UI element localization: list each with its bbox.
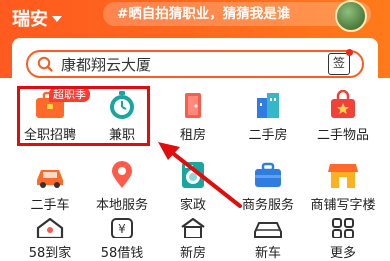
grid-item-label: 二手房: [248, 128, 288, 143]
grid-item-label: 租房: [179, 128, 206, 143]
grid-item-housekeeping[interactable]: 家政: [155, 160, 231, 213]
notification-dot: [346, 49, 353, 56]
washing-machine-icon: [176, 160, 210, 190]
search-bar[interactable]: 康都翔云大厦: [26, 50, 364, 78]
grid-item-label: 新车: [254, 246, 281, 261]
search-icon: [37, 56, 53, 72]
grid-item-label: 二手车: [30, 198, 70, 213]
grid-item-used-cars[interactable]: 二手车: [12, 160, 88, 213]
sign-in-button[interactable]: 签: [328, 53, 350, 75]
buildings-icon: [251, 90, 285, 120]
grid-item-58-home[interactable]: 58到家: [12, 217, 88, 261]
grid-item-label: 商务服务: [241, 198, 294, 213]
grid-item-label: 本地服务: [95, 198, 148, 213]
grid-item-label: 商铺写字楼: [310, 198, 376, 213]
briefcase-case-icon: [251, 160, 285, 190]
search-input[interactable]: 康都翔云大厦: [61, 54, 151, 75]
topic-banner[interactable]: #晒自拍猜职业，猜猜我是谁: [103, 2, 371, 26]
grid-item-label: 58借钱: [100, 246, 144, 261]
grid-item-new-cars[interactable]: 新车: [230, 218, 306, 261]
svg-text:¥: ¥: [118, 222, 126, 236]
chevron-down-icon: [52, 16, 62, 22]
grid-item-label: 家政: [179, 198, 206, 213]
grid-item-new-houses[interactable]: 新房: [155, 217, 231, 261]
grid-item-rent[interactable]: 租房: [155, 90, 231, 143]
storefront-icon: [326, 160, 360, 190]
more-icon: [326, 218, 360, 239]
grid-item-label: 58到家: [28, 246, 72, 261]
city-selector[interactable]: 瑞安: [12, 5, 62, 31]
grid-item-58-loan[interactable]: ¥ 58借钱: [84, 218, 160, 261]
door-icon: [176, 90, 210, 120]
grid-item-more[interactable]: 更多: [305, 218, 381, 261]
avatar[interactable]: [335, 0, 367, 32]
grid-item-second-hand-goods[interactable]: 二手物品: [305, 89, 381, 143]
new-car-icon: [251, 218, 285, 238]
house-icon: [176, 217, 210, 239]
grid-item-label: 新房: [179, 246, 206, 261]
city-label: 瑞安: [12, 9, 48, 30]
home-icon: [33, 217, 67, 240]
yen-icon: ¥: [105, 218, 139, 239]
grid-item-business-services[interactable]: 商务服务: [230, 160, 306, 213]
car-icon: [33, 160, 67, 190]
grid-item-local-services[interactable]: 本地服务: [84, 160, 160, 213]
grid-item-shops-offices[interactable]: 商铺写字楼: [305, 160, 381, 213]
highlight-box: [17, 86, 150, 146]
shopping-bag-icon: [326, 89, 360, 120]
grid-item-label: 二手物品: [316, 128, 369, 143]
grid-item-second-hand-house[interactable]: 二手房: [230, 90, 306, 143]
location-pin-icon: [105, 160, 139, 190]
grid-item-label: 更多: [329, 246, 356, 261]
